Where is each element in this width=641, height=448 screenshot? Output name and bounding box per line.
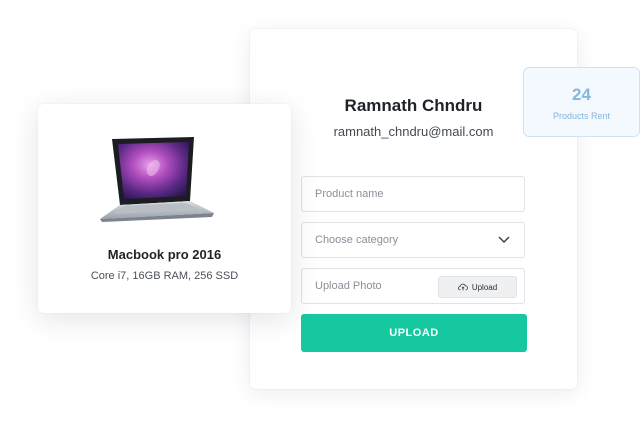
cloud-upload-icon [457,283,468,291]
photo-upload-label: Upload [471,282,498,292]
stat-count: 24 [572,85,591,104]
laptop-image [100,137,214,222]
product-name-placeholder: Product name [315,188,384,200]
category-select[interactable]: Choose category [301,222,525,258]
category-placeholder: Choose category [315,234,399,246]
product-card[interactable]: Macbook pro 2016 Core i7, 16GB RAM, 256 … [38,104,291,313]
product-specs: Core i7, 16GB RAM, 256 SSD [90,270,239,282]
stat-label: Products Rent [552,111,611,121]
product-name-input[interactable]: Product name [301,176,525,212]
photo-upload-button[interactable]: Upload [438,276,517,298]
products-rent-stat: 24 Products Rent [523,67,640,137]
upload-submit-button[interactable]: UPLOAD [301,314,527,352]
chevron-down-icon [498,236,510,243]
photo-placeholder: Upload Photo [315,280,382,292]
photo-upload-field[interactable]: Upload Photo Upload [301,268,525,304]
product-title: Macbook pro 2016 [107,247,222,262]
